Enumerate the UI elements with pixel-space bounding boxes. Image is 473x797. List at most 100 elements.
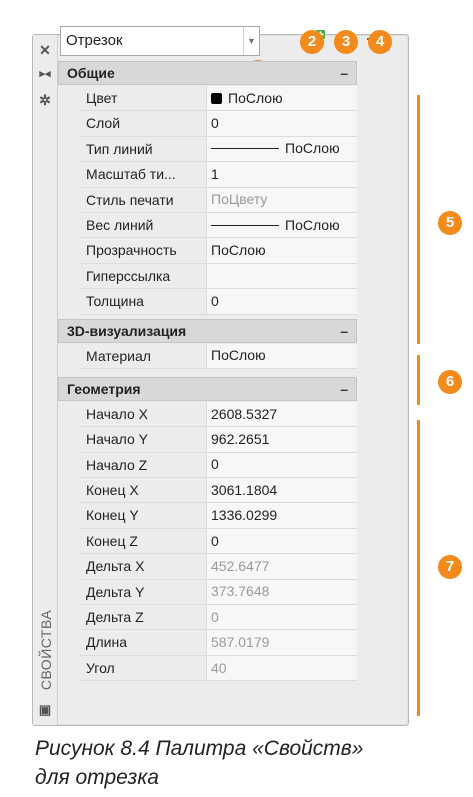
- row-gutter: [58, 503, 80, 529]
- property-row[interactable]: Прозрачность ПоСлою: [58, 238, 357, 264]
- collapse-toggle-icon[interactable]: –: [340, 381, 348, 397]
- row-gutter: [58, 579, 80, 606]
- property-value-text: 373.7648: [211, 583, 270, 600]
- property-value[interactable]: ПоСлою: [206, 238, 357, 264]
- row-gutter: [58, 212, 80, 239]
- row-gutter: [58, 111, 80, 137]
- property-row[interactable]: Цвет ПоСлою: [58, 86, 357, 112]
- property-row[interactable]: Конец Y 1336.0299: [58, 503, 357, 529]
- property-row[interactable]: Толщина 0: [58, 289, 357, 315]
- property-value[interactable]: 1: [206, 162, 357, 188]
- property-row[interactable]: Масштаб ти... 1: [58, 162, 357, 188]
- property-row[interactable]: Угол 40: [58, 655, 357, 682]
- property-value[interactable]: 962.2651: [206, 427, 357, 453]
- palette-options-icon[interactable]: ▣: [36, 701, 54, 719]
- property-name: Прозрачность: [80, 238, 206, 264]
- row-gutter: [58, 343, 80, 369]
- property-value-text: 2608.5327: [211, 405, 278, 422]
- property-name: Тип линий: [80, 136, 206, 163]
- property-row[interactable]: Слой 0: [58, 111, 357, 137]
- section-2: Геометрия – Начало X 2608.5327 Начало Y 962.2…: [58, 376, 357, 682]
- property-row[interactable]: Дельта Y 373.7648: [58, 579, 357, 606]
- property-row[interactable]: Длина 587.0179: [58, 630, 357, 656]
- callout-6: 6: [438, 370, 462, 394]
- property-row[interactable]: Гиперссылка: [58, 263, 357, 290]
- close-icon[interactable]: ✕: [36, 41, 54, 59]
- section-header[interactable]: Геометрия –: [58, 376, 357, 401]
- property-row[interactable]: Тип линий ПоСлою: [58, 136, 357, 163]
- property-value-text: 0: [211, 115, 219, 132]
- property-value[interactable]: ПоСлою: [206, 136, 357, 163]
- property-name: Дельта Z: [80, 605, 206, 631]
- row-gutter: [58, 630, 80, 656]
- property-value-text: ПоСлою: [285, 140, 340, 157]
- property-value: 40: [206, 655, 357, 682]
- row-gutter: [58, 427, 80, 453]
- chevron-down-icon[interactable]: ▼: [243, 27, 259, 55]
- property-value[interactable]: 0: [206, 452, 357, 479]
- row-gutter: [58, 238, 80, 264]
- row-gutter: [58, 528, 80, 555]
- property-row[interactable]: Начало Z 0: [58, 452, 357, 479]
- property-value-text: 0: [211, 456, 219, 473]
- settings-icon[interactable]: ✲: [36, 91, 54, 109]
- property-row[interactable]: Дельта Z 0: [58, 605, 357, 631]
- property-row[interactable]: Начало X 2608.5327: [58, 401, 357, 428]
- collapse-toggle-icon[interactable]: –: [340, 323, 348, 339]
- property-value[interactable]: [206, 263, 357, 290]
- callout-2: 2: [300, 30, 324, 54]
- bracket-3d: [417, 355, 420, 405]
- property-row[interactable]: Конец Z 0: [58, 528, 357, 555]
- property-value[interactable]: ПоСлою: [206, 86, 357, 112]
- property-name: Слой: [80, 111, 206, 137]
- property-name: Длина: [80, 630, 206, 656]
- property-row[interactable]: Дельта X 452.6477: [58, 554, 357, 580]
- property-value[interactable]: 0: [206, 111, 357, 137]
- section-title: 3D-визуализация: [67, 322, 187, 339]
- property-value-text: ПоСлою: [211, 242, 266, 259]
- property-value-text: 3061.1804: [211, 481, 278, 498]
- property-name: Гиперссылка: [80, 263, 206, 290]
- object-type-select[interactable]: Отрезок ▼: [60, 26, 260, 56]
- linetype-sample-icon: [211, 148, 279, 150]
- property-value-text: 1: [211, 165, 219, 182]
- property-value[interactable]: 1336.0299: [206, 503, 357, 529]
- property-value[interactable]: 0: [206, 289, 357, 315]
- bracket-general: [417, 95, 420, 344]
- section-header[interactable]: Общие –: [58, 61, 357, 85]
- property-name: Начало Z: [80, 452, 206, 479]
- property-value-text: 0: [211, 608, 219, 625]
- property-value[interactable]: ПоСлою: [206, 343, 357, 369]
- callout-3: 3: [334, 30, 358, 54]
- property-row[interactable]: Материал ПоСлою: [58, 343, 357, 369]
- property-name: Конец Y: [80, 503, 206, 529]
- callout-5: 5: [438, 211, 462, 235]
- property-row[interactable]: Стиль печати ПоЦвету: [58, 187, 357, 213]
- property-value[interactable]: 3061.1804: [206, 478, 357, 504]
- property-row[interactable]: Конец X 3061.1804: [58, 478, 357, 504]
- auto-hide-icon[interactable]: ▸◂: [36, 65, 54, 83]
- property-value[interactable]: 0: [206, 528, 357, 555]
- row-gutter: [58, 289, 80, 315]
- property-name: Конец X: [80, 478, 206, 504]
- property-name: Цвет: [80, 86, 206, 112]
- property-name: Угол: [80, 655, 206, 682]
- property-name: Конец Z: [80, 528, 206, 555]
- property-value-text: ПоСлою: [285, 216, 340, 233]
- property-row[interactable]: Вес линий ПоСлою: [58, 212, 357, 239]
- property-value: 0: [206, 605, 357, 631]
- collapse-toggle-icon[interactable]: –: [340, 65, 348, 81]
- section-header[interactable]: 3D-визуализация –: [58, 318, 357, 343]
- linetype-sample-icon: [211, 224, 279, 226]
- property-value-text: 0: [211, 292, 219, 309]
- property-row[interactable]: Начало Y 962.2651: [58, 427, 357, 453]
- caption-line-2: для отрезка: [35, 766, 159, 789]
- property-value[interactable]: 2608.5327: [206, 401, 357, 428]
- property-value-text: 587.0179: [211, 634, 270, 651]
- palette-title-bar: ✕ ▸◂ ✲ СВОЙСТВА ▣: [33, 35, 58, 725]
- property-value[interactable]: ПоСлою: [206, 212, 357, 239]
- property-name: Дельта X: [80, 554, 206, 580]
- row-gutter: [58, 452, 80, 479]
- row-gutter: [58, 655, 80, 682]
- object-type-value: Отрезок: [66, 32, 123, 49]
